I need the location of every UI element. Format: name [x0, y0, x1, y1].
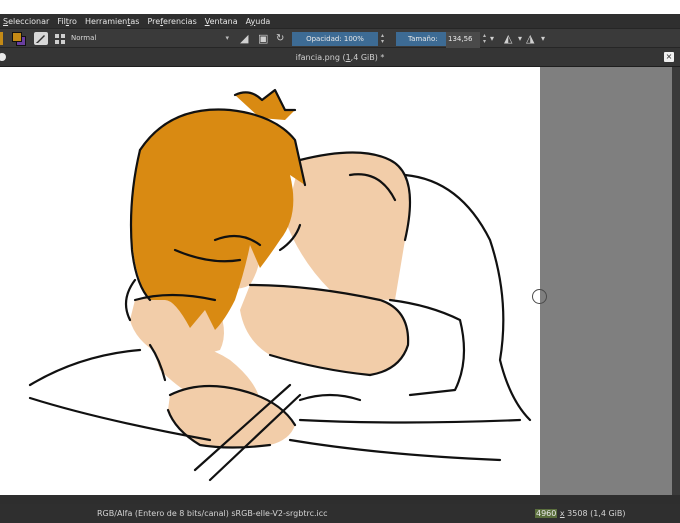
- opacity-spinner[interactable]: ▴ ▾: [381, 33, 384, 45]
- opacity-slider[interactable]: Opacidad: 100%: [292, 32, 378, 46]
- reload-icon[interactable]: ↻: [276, 32, 284, 45]
- menu-herramientas[interactable]: Herramientas: [85, 17, 140, 26]
- opacity-label: Opacidad: 100%: [306, 35, 364, 43]
- menu-ayuda[interactable]: Ayuda: [246, 17, 271, 26]
- window-top-strip: [0, 0, 680, 14]
- image-dimensions: 4960 x 3508 (1,4 GiB): [535, 509, 626, 518]
- size-spinner[interactable]: ▴ ▾: [483, 33, 486, 45]
- vertical-scrollbar[interactable]: [672, 67, 680, 495]
- document-tab-title[interactable]: ifancia.png (1,4 GiB) *: [0, 48, 680, 67]
- artwork-illustration: [28, 88, 532, 482]
- menu-seleccionar[interactable]: Seleccionar: [3, 17, 49, 26]
- brush-preset-icon[interactable]: [34, 32, 48, 45]
- toolbar-handle: [0, 32, 3, 45]
- foreground-color-swatch[interactable]: [12, 32, 22, 42]
- chevron-down-icon: ▾: [225, 34, 229, 42]
- close-icon[interactable]: ×: [664, 52, 674, 62]
- brush-cursor-outline: [532, 289, 547, 304]
- menu-bar: Seleccionar Filtro Herramientas Preferen…: [0, 14, 680, 28]
- status-bar: RGB/Alfa (Entero de 8 bits/canal) sRGB-e…: [0, 504, 680, 523]
- drawing-canvas[interactable]: [0, 67, 540, 495]
- horizontal-scrollbar[interactable]: [0, 495, 680, 504]
- tool-options-bar: Normal ▾ ◢ ▣ ↻ Opacidad: 100% ▴ ▾ Tamaño:…: [0, 28, 680, 60]
- size-slider[interactable]: Tamaño: 134,56 px: [396, 32, 480, 60]
- wrap-icon[interactable]: ◮: [526, 32, 534, 45]
- blend-mode-value: Normal: [71, 34, 97, 42]
- color-space-info: RGB/Alfa (Entero de 8 bits/canal) sRGB-e…: [97, 509, 328, 518]
- mirror-icon[interactable]: ◭: [504, 32, 512, 45]
- mirror-dropdown-icon[interactable]: ▾: [518, 32, 522, 45]
- menu-filtro[interactable]: Filtro: [57, 17, 77, 26]
- menu-ventana[interactable]: Ventana: [205, 17, 238, 26]
- document-tab-bar: ifancia.png (1,4 GiB) * ×: [0, 48, 680, 67]
- size-dropdown-icon[interactable]: ▾: [490, 32, 494, 45]
- menu-preferencias[interactable]: Preferencias: [147, 17, 196, 26]
- blend-mode-select[interactable]: Normal ▾: [68, 32, 232, 45]
- canvas-surround: [540, 67, 672, 495]
- alpha-lock-icon[interactable]: ▣: [258, 32, 268, 45]
- size-label: Tamaño:: [408, 35, 438, 43]
- grid-icon[interactable]: [54, 32, 66, 45]
- eraser-icon[interactable]: ◢: [240, 32, 248, 45]
- wrap-dropdown-icon[interactable]: ▾: [541, 32, 545, 45]
